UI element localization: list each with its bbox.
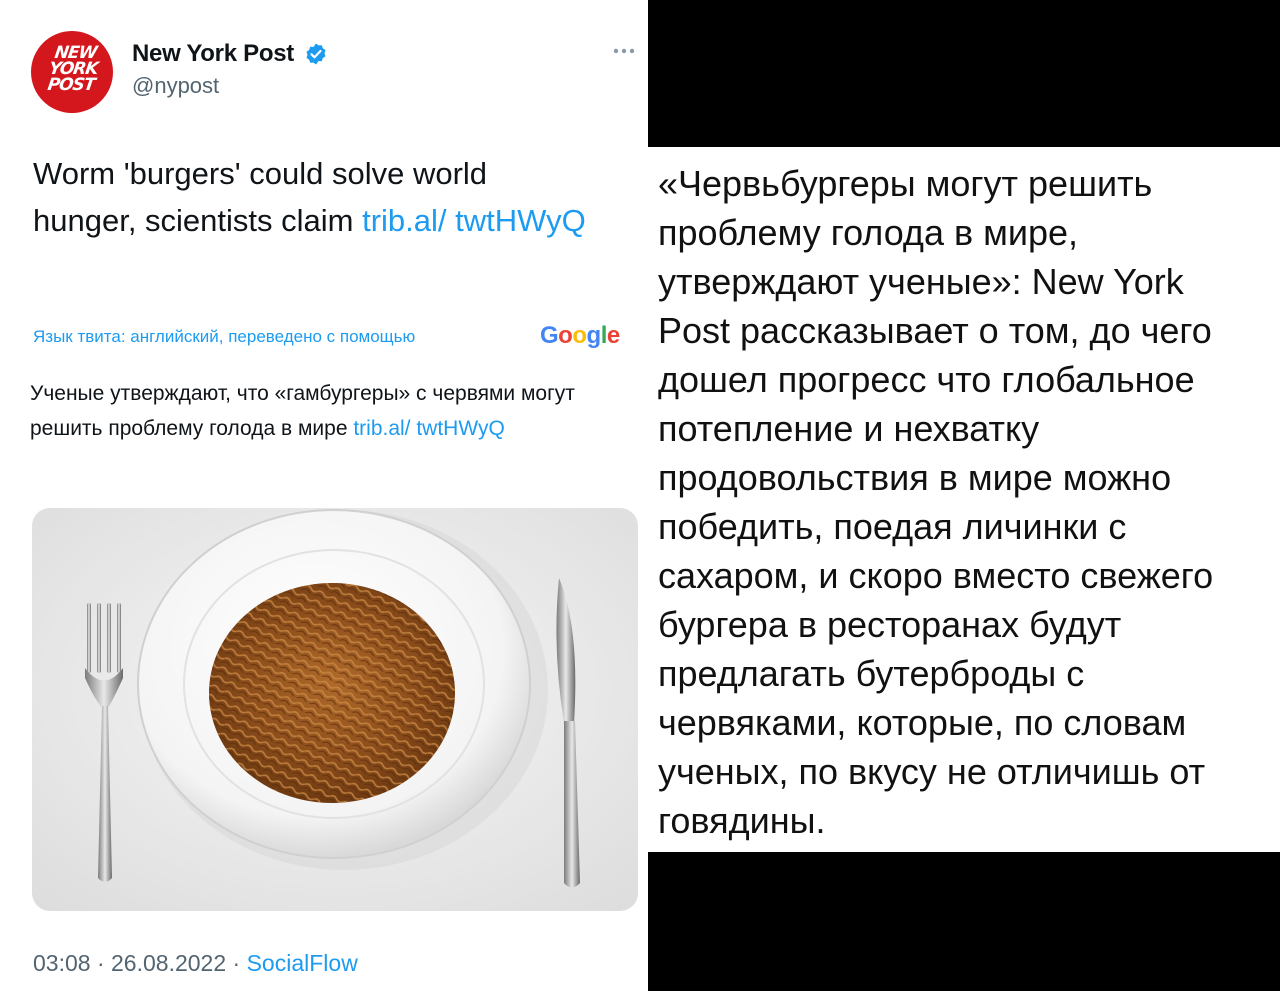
google-logo: Google — [540, 322, 620, 350]
meta-separator: · — [90, 950, 112, 976]
avatar[interactable]: NEW YORK POST — [31, 31, 113, 113]
tweet-time[interactable]: 03:08 — [33, 950, 91, 976]
caption-panel: «Червьбургеры могут решить проблему голо… — [648, 147, 1280, 852]
tweet-source[interactable]: SocialFlow — [247, 950, 358, 976]
caption-text: «Червьбургеры могут решить проблему голо… — [658, 163, 1214, 841]
google-letter: G — [540, 322, 559, 349]
translated-text: Ученые утверждают, что «гамбургеры» с че… — [30, 376, 630, 446]
google-letter: o — [558, 322, 573, 349]
meta-separator: · — [226, 950, 247, 976]
google-letter: o — [572, 322, 587, 349]
tweet-card: NEW YORK POST New York Post @nypost Worm… — [0, 0, 648, 991]
google-letter: e — [606, 322, 620, 349]
tweet-link[interactable]: trib.al/ twtHWyQ — [362, 203, 586, 238]
google-letter: g — [586, 322, 602, 349]
tweet-metadata: 03:08 · 26.08.2022 · SocialFlow — [33, 950, 358, 977]
author-handle[interactable]: @nypost — [132, 73, 219, 99]
author-name[interactable]: New York Post — [132, 40, 294, 68]
nypost-logo: NEW YORK POST — [46, 43, 99, 95]
translated-link[interactable]: trib.al/ twtHWyQ — [353, 417, 505, 440]
more-horizontal-icon[interactable] — [612, 45, 636, 57]
tweet-date[interactable]: 26.08.2022 — [111, 950, 226, 976]
translation-note: Язык твита: английский, переведено с пом… — [33, 327, 416, 346]
tweet-text: Worm 'burgers' could solve world hunger,… — [33, 150, 593, 244]
verified-badge-icon — [306, 43, 326, 65]
tweet-image[interactable] — [32, 508, 638, 911]
plate-illustration — [32, 508, 638, 911]
